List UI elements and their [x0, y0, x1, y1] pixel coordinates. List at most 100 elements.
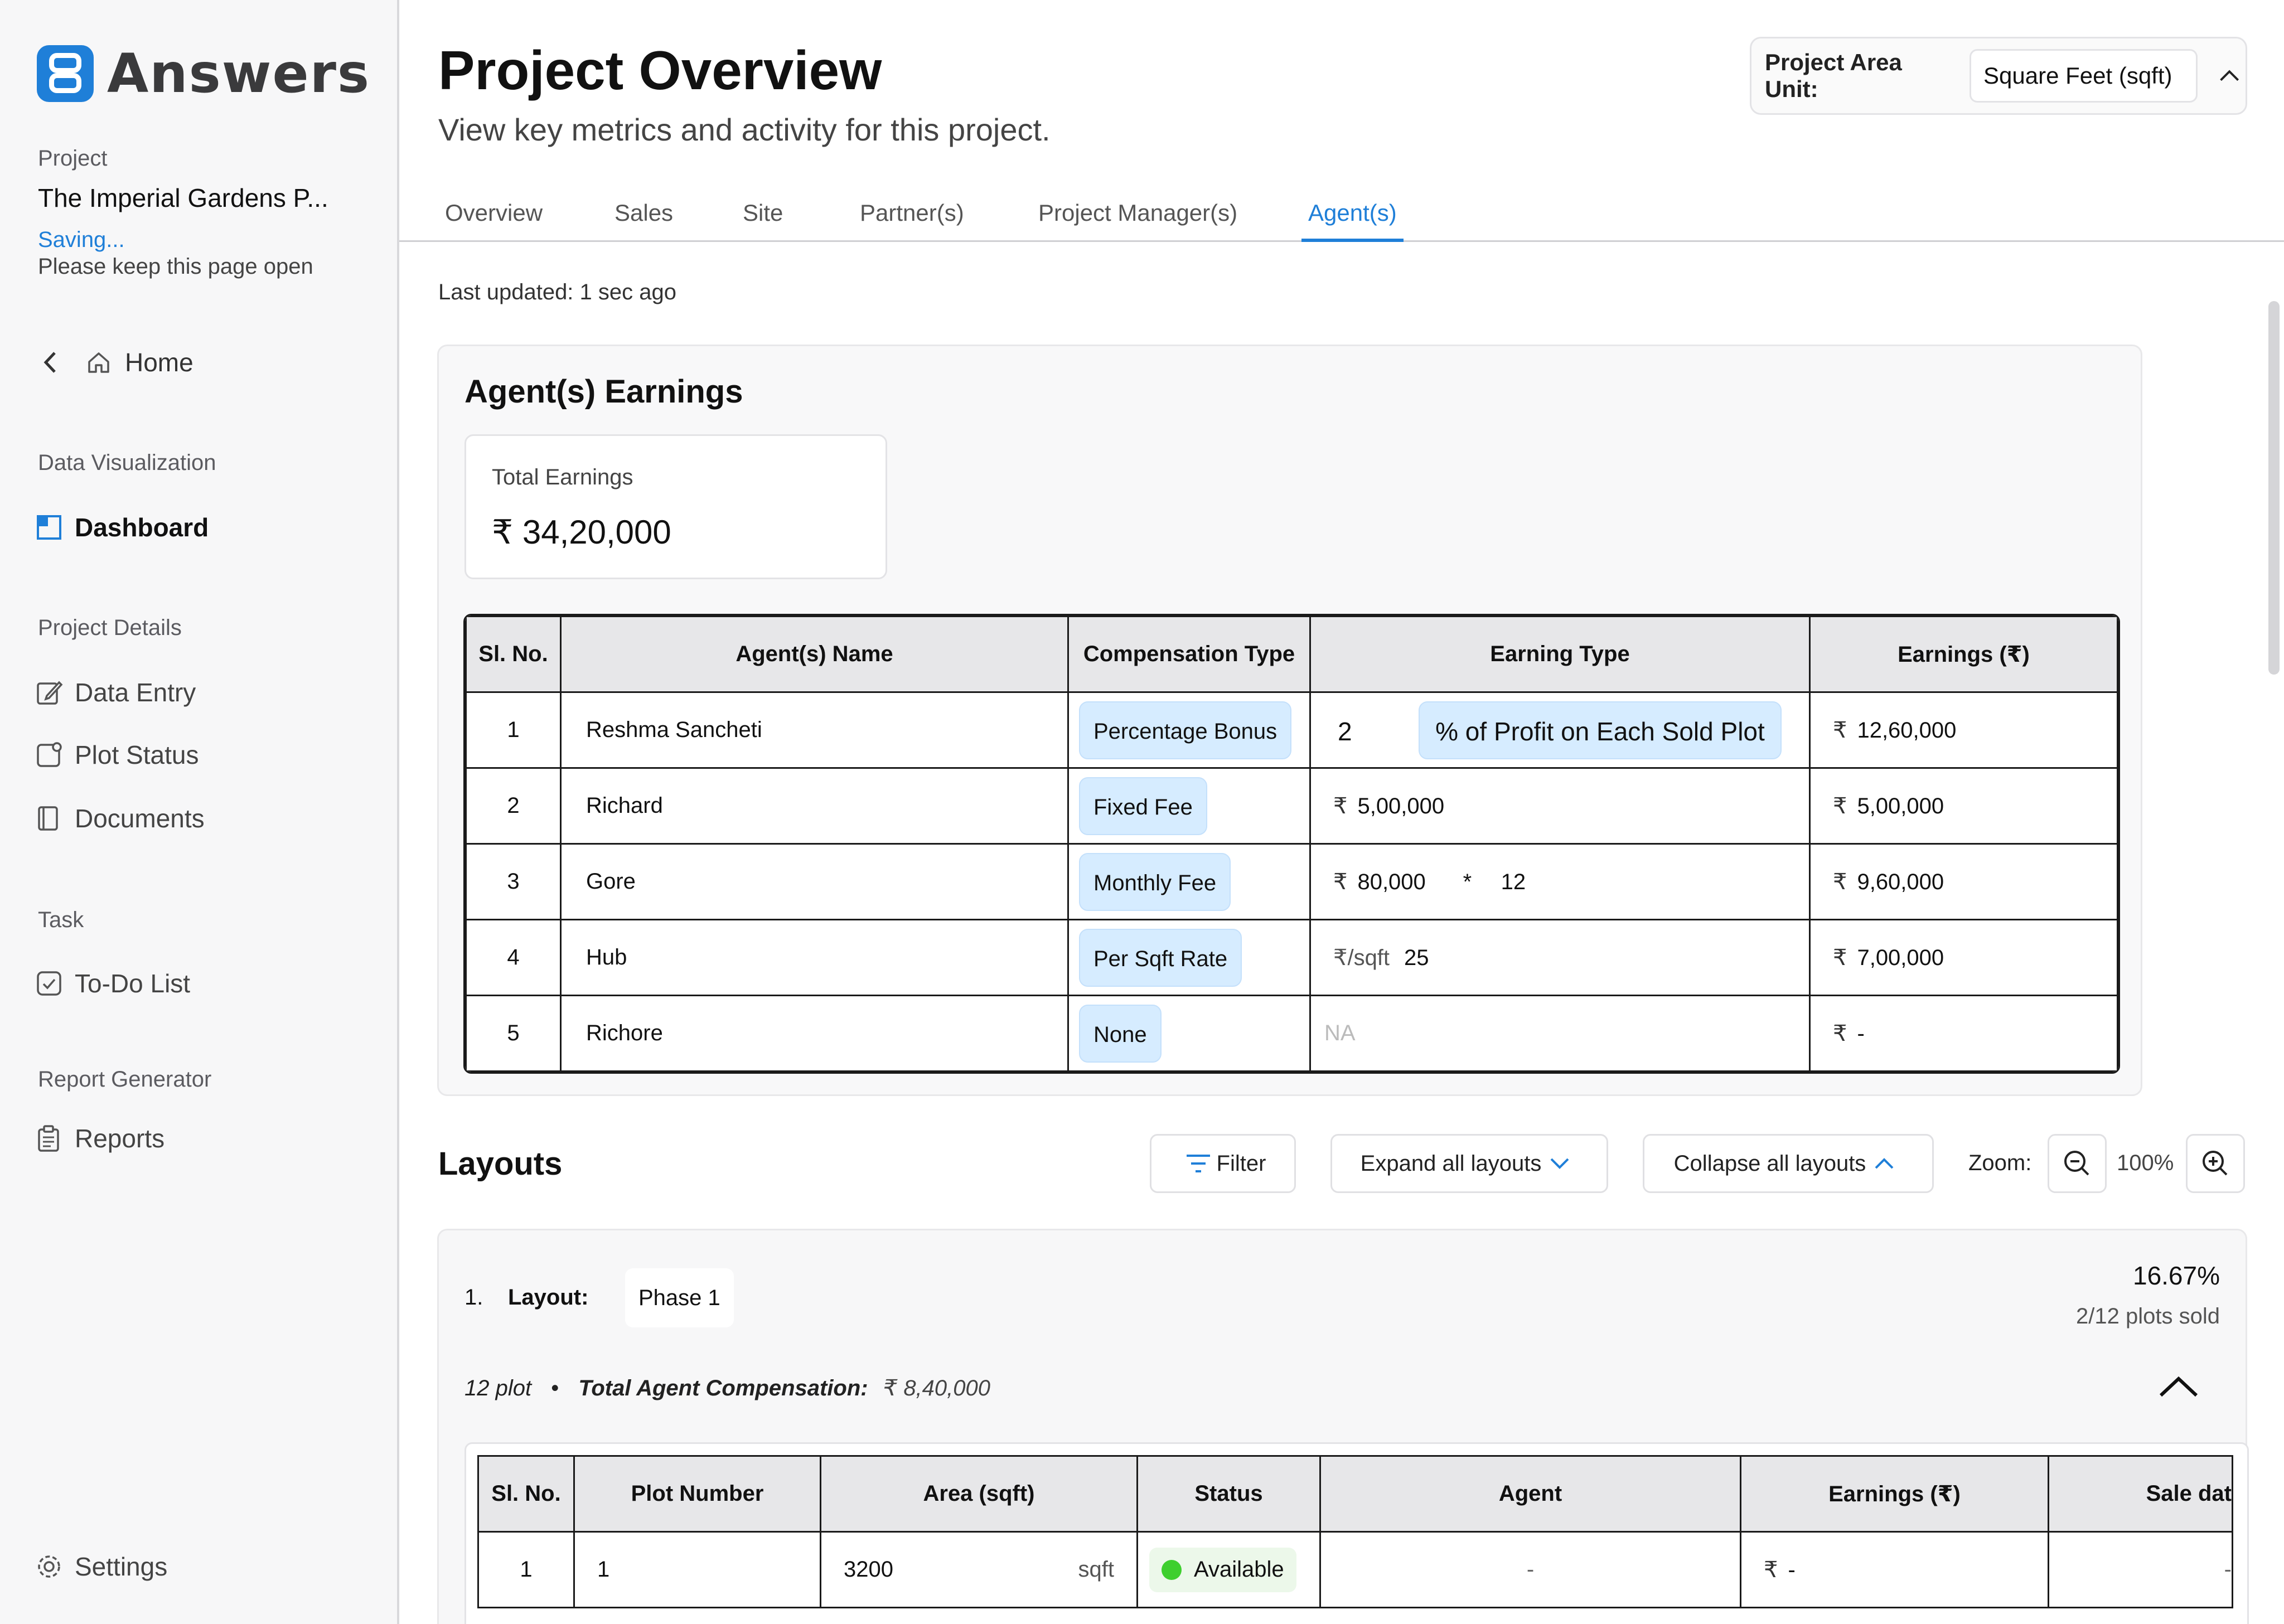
col-earnings: Earnings (₹): [1740, 1455, 2049, 1533]
project-area-unit: Project Area Unit: Square Feet (sqft): [1750, 37, 2247, 115]
plots-table-container[interactable]: Sl. No. Plot Number Area (sqft) Status A…: [464, 1442, 2249, 1624]
agent-select[interactable]: -: [1319, 1531, 1741, 1608]
chevron-up-icon[interactable]: [2156, 1370, 2201, 1403]
cell-earnings: -: [1788, 1557, 1796, 1582]
table-row: 1 1 3200 sqft Available - ₹ - -: [477, 1531, 2233, 1608]
area-input[interactable]: 3200 sqft: [820, 1531, 1138, 1608]
tab-sales[interactable]: Sales: [608, 200, 680, 242]
earning-percent-input[interactable]: 2: [1338, 716, 1412, 746]
status-label: Available: [1194, 1557, 1284, 1582]
monthly-fee-input[interactable]: 80,000: [1357, 870, 1456, 895]
dashboard-icon: [37, 515, 61, 540]
cell-sl: 1: [465, 691, 562, 769]
agent-earnings-table: Sl. No. Agent(s) Name Compensation Type …: [463, 614, 2120, 1074]
sidebar-item-documents[interactable]: Documents: [35, 801, 205, 836]
sidebar-item-label: Reports: [75, 1124, 165, 1153]
col-earning-type: Earning Type: [1309, 615, 1811, 693]
fixed-fee-input[interactable]: 5,00,000: [1357, 794, 1444, 818]
tab-overview[interactable]: Overview: [438, 200, 549, 242]
keep-open-note: Please keep this page open: [38, 254, 313, 279]
cell-agent-name: Reshma Sancheti: [560, 691, 1069, 769]
plot-number-input[interactable]: 1: [573, 1531, 821, 1608]
home-link[interactable]: Home: [33, 345, 193, 380]
unit-select[interactable]: Square Feet (sqft): [1970, 49, 2198, 103]
cell-earnings: 7,00,000: [1857, 945, 1944, 970]
expand-all-button[interactable]: Expand all layouts: [1330, 1134, 1608, 1193]
plot-count: 12 plot: [464, 1376, 532, 1400]
page-subtitle: View key metrics and activity for this p…: [438, 112, 1051, 147]
compensation-type-select[interactable]: Per Sqft Rate: [1079, 928, 1242, 987]
status-badge[interactable]: Available: [1149, 1547, 1296, 1592]
zoom-in-button[interactable]: [2186, 1134, 2245, 1193]
plots-table: Sl. No. Plot Number Area (sqft) Status A…: [477, 1455, 2233, 1608]
filter-button[interactable]: Filter: [1150, 1134, 1296, 1193]
area-unit: sqft: [1078, 1557, 1114, 1582]
project-name: The Imperial Gardens P...: [38, 183, 328, 212]
layouts-title: Layouts: [438, 1146, 563, 1182]
sale-date-input[interactable]: -: [2048, 1531, 2233, 1608]
tab-agents[interactable]: Agent(s): [1301, 200, 1404, 242]
brand-logo[interactable]: Answers: [37, 42, 370, 105]
cell-sl: 3: [465, 843, 562, 920]
layout-meta: 12 plot • Total Agent Compensation: ₹ 8,…: [464, 1375, 990, 1401]
saving-status: Saving...: [38, 227, 125, 252]
col-sl-no: Sl. No.: [465, 615, 562, 693]
chevron-up-icon[interactable]: [2213, 59, 2246, 93]
col-area: Area (sqft): [820, 1455, 1138, 1533]
not-applicable: NA: [1324, 1021, 1356, 1045]
sqft-rate-input[interactable]: 25: [1404, 946, 1429, 970]
section-project-details: Project Details: [38, 615, 182, 640]
sidebar-item-label: Plot Status: [75, 740, 199, 769]
filter-icon: [1186, 1155, 1210, 1172]
zoom-out-button[interactable]: [2048, 1134, 2107, 1193]
documents-icon: [38, 806, 58, 831]
cell-agent-name: Richard: [560, 767, 1069, 845]
compensation-type-select[interactable]: None: [1079, 1004, 1162, 1063]
rupee-symbol: ₹: [1333, 793, 1348, 818]
col-earnings: Earnings (₹): [1809, 615, 2118, 693]
cell-earnings: -: [1857, 1021, 1865, 1046]
layout-number: 1.: [464, 1285, 483, 1310]
table-row: 2 Richard Fixed Fee ₹5,00,000 ₹5,00,000: [465, 767, 2118, 845]
chevron-up-icon: [1875, 1158, 1894, 1169]
sidebar-item-todo[interactable]: To-Do List: [35, 966, 190, 1001]
compensation-type-select[interactable]: Fixed Fee: [1079, 777, 1207, 835]
agent-earnings-card: Agent(s) Earnings Total Earnings ₹ 34,20…: [437, 345, 2142, 1096]
sidebar-item-data-entry[interactable]: Data Entry: [35, 675, 196, 710]
cell-sl: 4: [465, 919, 562, 996]
zoom-label: Zoom:: [1968, 1151, 2032, 1175]
project-label: Project: [38, 146, 108, 171]
col-sl-no: Sl. No.: [477, 1455, 575, 1533]
cell-earnings: 12,60,000: [1857, 718, 1957, 743]
agent-comp-label: Total Agent Compensation:: [578, 1376, 868, 1400]
brand-name: Answers: [107, 42, 371, 105]
col-compensation-type: Compensation Type: [1067, 615, 1311, 693]
col-plot-number: Plot Number: [573, 1455, 821, 1533]
plots-sold: 2/12 plots sold: [2076, 1304, 2220, 1329]
earning-basis-select[interactable]: % of Profit on Each Sold Plot: [1419, 701, 1782, 759]
compensation-type-select[interactable]: Percentage Bonus: [1079, 701, 1292, 759]
logo-mark-icon: [37, 45, 94, 102]
sidebar-item-reports[interactable]: Reports: [35, 1121, 164, 1156]
checkbox-icon: [37, 971, 61, 996]
months-input[interactable]: 12: [1501, 870, 1526, 894]
layout-name-input[interactable]: Phase 1: [625, 1268, 734, 1327]
sold-percent: 16.67%: [2132, 1261, 2220, 1290]
layout-panel: 1. Layout: Phase 1 16.67% 2/12 plots sol…: [437, 1229, 2249, 1624]
sidebar-item-plot-status[interactable]: Plot Status: [35, 737, 199, 773]
collapse-all-button[interactable]: Collapse all layouts: [1643, 1134, 1934, 1193]
tab-project-managers[interactable]: Project Manager(s): [1032, 200, 1244, 242]
tab-site[interactable]: Site: [736, 200, 790, 242]
sidebar-item-dashboard[interactable]: Dashboard: [35, 510, 209, 545]
tab-partners[interactable]: Partner(s): [853, 200, 971, 242]
rupee-symbol: ₹: [1833, 869, 1847, 894]
plot-status-icon: [37, 742, 62, 767]
compensation-type-select[interactable]: Monthly Fee: [1079, 852, 1231, 911]
rupee-symbol: ₹: [1833, 945, 1847, 970]
page-scrollbar[interactable]: [2268, 301, 2280, 675]
section-task: Task: [38, 908, 84, 932]
chevron-left-icon[interactable]: [33, 348, 67, 376]
clipboard-icon: [38, 1125, 59, 1152]
sidebar-item-settings[interactable]: Settings: [35, 1549, 167, 1584]
cell-agent-name: Hub: [560, 919, 1069, 996]
